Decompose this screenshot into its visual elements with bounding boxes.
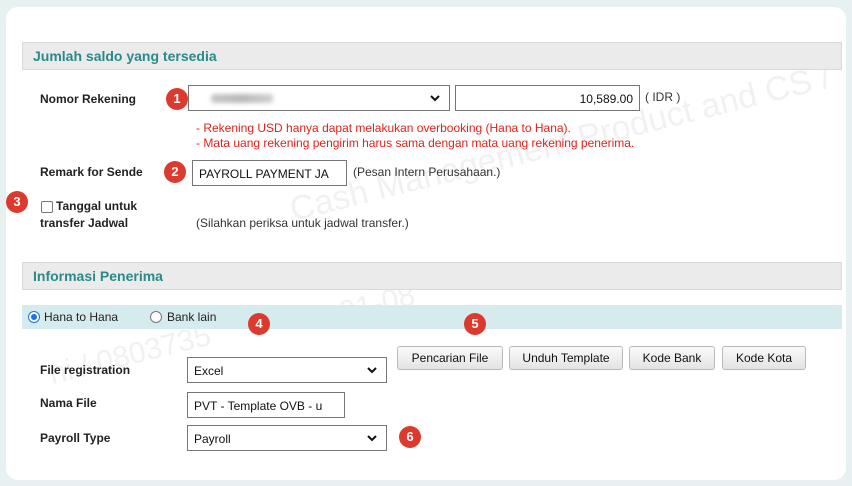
remark-input[interactable]: PAYROLL PAYMENT JA — [192, 160, 347, 186]
payroll-type-label: Payroll Type — [40, 431, 111, 445]
chevron-down-icon — [367, 435, 377, 442]
balance-section-header: Jumlah saldo yang tersedia — [22, 42, 842, 70]
badge-1: 1 — [166, 88, 188, 110]
account-select[interactable] — [188, 85, 450, 111]
recipient-section-title: Informasi Penerima — [33, 268, 163, 284]
balance-field: 10,589.00 — [455, 85, 640, 111]
schedule-checkbox[interactable] — [41, 201, 53, 213]
city-code-button[interactable]: Kode Kota — [722, 346, 806, 370]
radio-hana-to-hana[interactable] — [28, 311, 40, 323]
remark-label: Remark for Sende — [40, 165, 143, 179]
file-registration-value: Excel — [194, 364, 224, 378]
file-name-input: PVT - Template OVB - u — [187, 392, 345, 418]
schedule-hint: (Silahkan periksa untuk jadwal transfer.… — [196, 216, 409, 230]
balance-value: 10,589.00 — [579, 92, 633, 106]
radio-hana-to-hana-label: Hana to Hana — [44, 310, 119, 324]
radio-bank-lain-label: Bank lain — [167, 310, 217, 324]
recipient-section-header: Informasi Penerima — [22, 262, 842, 290]
chevron-down-icon — [367, 367, 377, 374]
badge-4: 4 — [248, 313, 270, 335]
radio-bank-lain[interactable] — [150, 311, 162, 323]
schedule-label-1: Tanggal untuk — [56, 199, 138, 213]
file-name-value: PVT - Template OVB - u — [194, 399, 323, 413]
schedule-label-2: transfer Jadwal — [40, 216, 129, 230]
transfer-type-bar: Hana to Hana Bank lain — [22, 305, 842, 329]
remark-hint: (Pesan Intern Perusahaan.) — [353, 165, 501, 179]
file-registration-select[interactable]: Excel — [187, 357, 387, 383]
remark-value: PAYROLL PAYMENT JA — [199, 167, 329, 181]
transfer-form-card: Cash Management Product and CS / 01-08 n… — [6, 7, 846, 480]
warning-currency: - Mata uang rekening pengirim harus sama… — [196, 136, 635, 150]
download-template-button[interactable]: Unduh Template — [509, 346, 623, 370]
payroll-type-select[interactable]: Payroll — [187, 425, 387, 451]
badge-2: 2 — [164, 161, 186, 183]
badge-3: 3 — [6, 191, 28, 213]
badge-5: 5 — [464, 313, 486, 335]
badge-6: 6 — [399, 426, 421, 448]
file-name-label: Nama File — [40, 396, 97, 410]
balance-section-title: Jumlah saldo yang tersedia — [33, 48, 217, 64]
file-registration-label: File registration — [40, 363, 131, 377]
warning-usd: - Rekening USD hanya dapat melakukan ove… — [196, 121, 571, 135]
search-file-button[interactable]: Pencarian File — [397, 346, 503, 370]
redacted-account-number — [211, 94, 273, 103]
chevron-down-icon — [430, 95, 440, 102]
account-label: Nomor Rekening — [40, 92, 137, 106]
payroll-type-value: Payroll — [194, 432, 231, 446]
currency-label: ( IDR ) — [645, 90, 681, 104]
bank-code-button[interactable]: Kode Bank — [629, 346, 715, 370]
